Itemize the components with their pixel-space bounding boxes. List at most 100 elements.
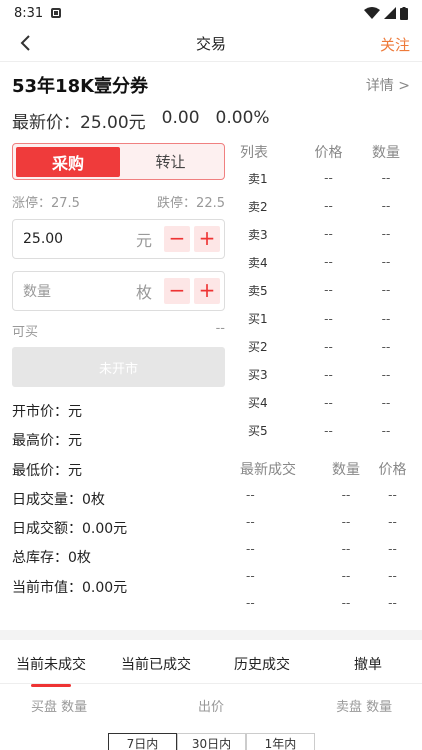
product-name: 53年18K壹分券 — [12, 76, 149, 97]
order-book-row: 买2 -- -- — [240, 333, 415, 361]
stat-item: 当前市值：0.00元 — [12, 579, 128, 596]
order-book-row: 卖5 -- -- — [240, 276, 415, 304]
trade-row: -- -- -- — [240, 481, 415, 508]
limit-up: 涨停：27.5 — [12, 196, 80, 211]
submit-button[interactable]: 未开市 — [12, 347, 225, 387]
book-price: -- — [324, 311, 333, 326]
trade-time: -- — [246, 487, 255, 502]
can-buy-label: 可买 — [12, 325, 39, 340]
status-bar: 8:31 — [0, 0, 422, 26]
quantity-input[interactable]: 数量 — [23, 281, 136, 301]
col-quantity: 数量 — [372, 145, 400, 161]
battery-icon — [400, 6, 408, 20]
book-quantity: -- — [381, 171, 391, 186]
order-book-row: 卖1 -- -- — [240, 164, 415, 192]
price-decrement-button[interactable]: − — [164, 226, 190, 252]
change-amount: 0.00 — [161, 108, 200, 128]
follow-button[interactable]: 关注 — [380, 34, 410, 55]
book-quantity: -- — [381, 227, 391, 242]
book-quantity: -- — [381, 423, 391, 438]
tab-filled-orders[interactable]: 当前已成交 — [121, 654, 191, 674]
book-price: -- — [324, 339, 333, 354]
order-tabs: 当前未成交 当前已成交 历史成交 撤单 — [0, 640, 422, 687]
order-book-row: 买3 -- -- — [240, 361, 415, 389]
wifi-icon — [364, 7, 380, 19]
signal-icon — [384, 7, 396, 19]
order-book-row: 卖4 -- -- — [240, 248, 415, 276]
trade-row: -- -- -- — [240, 562, 415, 589]
order-list-header: 买盘 数量 出价 卖盘 数量 — [0, 684, 422, 724]
book-level: 卖1 — [248, 171, 268, 186]
price-input[interactable]: 25.00 — [23, 231, 136, 247]
tab-transfer[interactable]: 转让 — [120, 151, 221, 172]
trade-row: -- -- -- — [240, 508, 415, 535]
latest-price: 最新价：25.00元 — [12, 113, 146, 133]
col-quantity: 数量 — [332, 462, 360, 478]
trade-row: -- -- -- — [240, 535, 415, 562]
trade-time: -- — [246, 514, 255, 529]
book-level: 买4 — [248, 396, 268, 411]
trade-type-segment: 采购 转让 — [12, 143, 225, 180]
price-line: 最新价：25.00元 0.00 0.00% — [12, 108, 270, 133]
book-price: -- — [324, 395, 333, 410]
trade-quantity: -- — [341, 595, 351, 610]
trade-price: -- — [388, 514, 397, 529]
stat-item: 日成交额：0.00元 — [12, 521, 128, 538]
tab-open-orders[interactable]: 当前未成交 — [16, 654, 86, 687]
price-limits: 涨停：27.5 跌停：22.5 — [12, 192, 225, 211]
quantity-decrement-button[interactable]: − — [164, 278, 190, 304]
book-level: 买1 — [248, 312, 268, 327]
stat-item: 总库存：0枚 — [12, 550, 91, 567]
range-30d[interactable]: 30日内 — [177, 733, 246, 750]
book-price: -- — [324, 423, 333, 438]
book-level: 买2 — [248, 340, 268, 355]
limit-down: 跌停：22.5 — [157, 196, 225, 211]
product-header: 53年18K壹分券 详情 > — [12, 72, 410, 98]
stat-item: 最低价：元 — [12, 462, 82, 479]
price-stepper: 25.00 元 − + — [12, 219, 225, 259]
time-range-selector: 7日内 30日内 1年内 — [108, 733, 315, 750]
buy-qty-header: 买盘 数量 — [31, 700, 88, 715]
order-book: 列表 价格 数量 卖1 -- -- 卖2 -- -- 卖3 -- -- 卖4 -- -- 卖5 -- -- 买… — [240, 140, 415, 445]
book-quantity: -- — [381, 395, 391, 410]
tab-cancel[interactable]: 撤单 — [354, 654, 382, 674]
trade-time: -- — [246, 568, 255, 583]
order-book-row: 买1 -- -- — [240, 304, 415, 332]
section-divider — [0, 630, 422, 640]
book-level: 卖5 — [248, 283, 268, 298]
price-unit: 元 — [135, 231, 152, 250]
col-price: 价格 — [314, 145, 343, 161]
book-price: -- — [324, 255, 333, 270]
quantity-stepper: 数量 枚 − + — [12, 271, 225, 311]
book-quantity: -- — [381, 367, 391, 382]
tab-history[interactable]: 历史成交 — [234, 654, 290, 674]
trade-quantity: -- — [341, 487, 351, 502]
order-book-row: 买4 -- -- — [240, 389, 415, 417]
back-button[interactable] — [12, 30, 38, 56]
can-buy: 可买 -- — [12, 321, 225, 340]
order-book-row: 买5 -- -- — [240, 417, 415, 445]
book-quantity: -- — [381, 199, 391, 214]
book-level: 卖4 — [248, 255, 268, 270]
order-book-header: 列表 价格 数量 — [240, 140, 415, 164]
book-level: 买3 — [248, 368, 268, 383]
trade-time: -- — [246, 541, 255, 556]
tab-buy[interactable]: 采购 — [16, 146, 120, 177]
order-book-row: 卖2 -- -- — [240, 192, 415, 220]
book-price: -- — [324, 171, 333, 186]
trade-price: -- — [388, 568, 397, 583]
quantity-increment-button[interactable]: + — [194, 278, 220, 304]
latest-trades-header: 最新成交 数量 价格 — [240, 457, 415, 481]
trade-price: -- — [388, 541, 397, 556]
trade-price: -- — [388, 595, 397, 610]
stat-item: 最高价：元 — [12, 433, 82, 450]
book-price: -- — [324, 367, 333, 382]
price-increment-button[interactable]: + — [194, 226, 220, 252]
detail-link[interactable]: 详情 > — [366, 75, 410, 95]
range-7d[interactable]: 7日内 — [108, 733, 177, 750]
range-1y[interactable]: 1年内 — [246, 733, 315, 750]
trade-row: -- -- -- — [240, 589, 415, 616]
col-latest-trade: 最新成交 — [240, 462, 296, 478]
book-level: 卖3 — [248, 227, 268, 242]
book-quantity: -- — [381, 283, 391, 298]
